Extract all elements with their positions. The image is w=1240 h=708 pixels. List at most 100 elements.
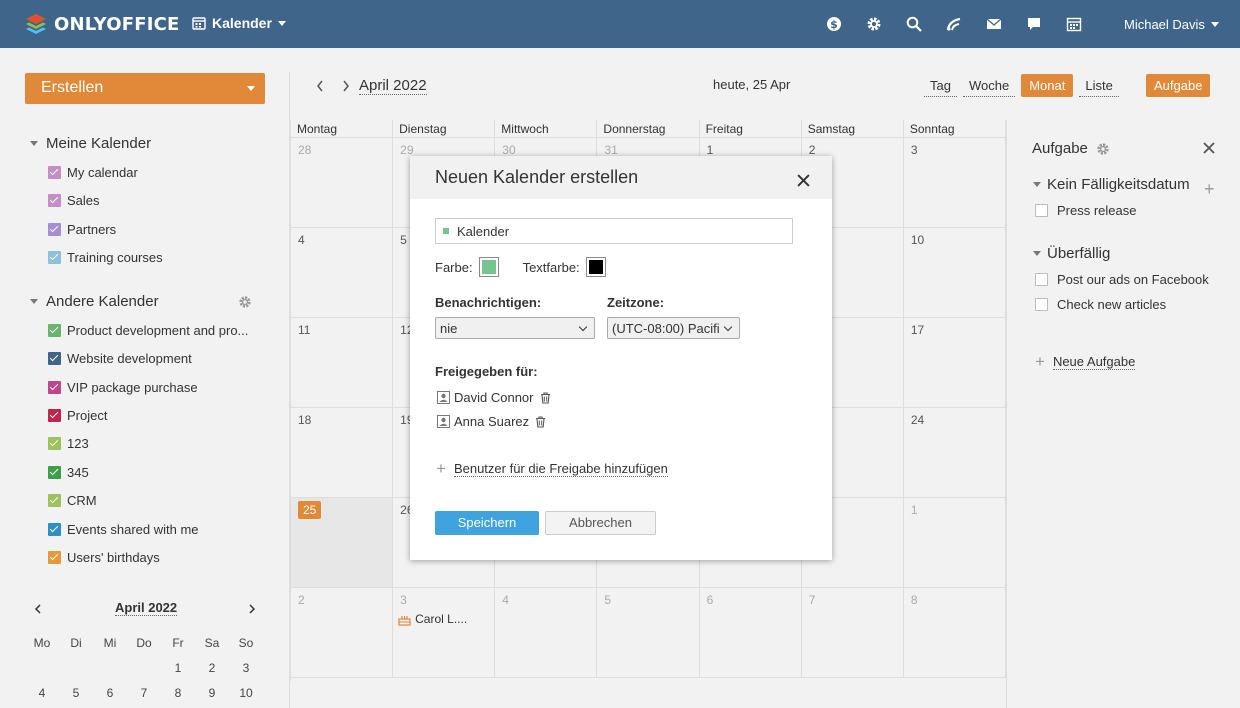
task-item[interactable]: Post our ads on Facebook — [1035, 272, 1209, 287]
mini-next-button[interactable] — [248, 601, 256, 617]
timezone-select[interactable]: (UTC-08:00) Pacifi — [607, 317, 740, 339]
checkbox[interactable] — [48, 352, 61, 365]
search-icon[interactable] — [904, 14, 924, 34]
calendar-item[interactable]: Users' birthdays — [48, 550, 160, 565]
day-cell[interactable]: 6 — [699, 588, 802, 678]
day-cell[interactable]: 18 — [291, 408, 394, 498]
calendar-item[interactable]: Project — [48, 408, 107, 423]
calendar-item[interactable]: 123 — [48, 436, 89, 451]
task-item[interactable]: Check new articles — [1035, 297, 1166, 312]
mini-day[interactable]: 2 — [195, 661, 229, 675]
day-cell[interactable]: 11 — [291, 318, 394, 408]
checkbox[interactable] — [48, 194, 61, 207]
mini-day[interactable]: 3 — [229, 661, 263, 675]
day-cell[interactable]: 17 — [903, 318, 1006, 408]
text-color-picker[interactable] — [585, 257, 606, 277]
feed-icon[interactable] — [944, 14, 964, 34]
checkbox[interactable] — [48, 437, 61, 450]
color-picker[interactable] — [478, 257, 499, 277]
day-cell[interactable]: 28 — [291, 138, 394, 228]
next-month-button[interactable] — [336, 77, 356, 95]
day-cell[interactable]: 1 — [903, 498, 1006, 588]
day-cell[interactable]: 3 — [903, 138, 1006, 228]
group-no-due[interactable]: Kein Fälligkeitsdatum — [1033, 176, 1190, 193]
checkbox[interactable] — [48, 223, 61, 236]
view-month[interactable]: Monat — [1021, 74, 1074, 97]
checkbox[interactable] — [1035, 298, 1048, 311]
day-cell[interactable]: 4 — [495, 588, 598, 678]
checkbox[interactable] — [48, 494, 61, 507]
prev-month-button[interactable] — [310, 77, 330, 95]
checkbox[interactable] — [48, 523, 61, 536]
gear-icon[interactable] — [238, 295, 252, 312]
checkbox[interactable] — [48, 324, 61, 337]
cancel-button[interactable]: Abbrechen — [545, 511, 656, 535]
task-button[interactable]: Aufgabe — [1146, 74, 1211, 97]
checkbox[interactable] — [48, 551, 61, 564]
calendar-name-input[interactable]: Kalender — [435, 218, 793, 244]
checkbox[interactable] — [48, 166, 61, 179]
mini-day[interactable]: 1 — [161, 661, 195, 675]
mini-day[interactable]: 4 — [25, 686, 59, 700]
notify-select[interactable]: nie — [435, 317, 595, 339]
mini-day[interactable]: 5 — [59, 686, 93, 700]
gear-icon[interactable] — [1096, 142, 1110, 156]
new-task-link[interactable]: + Neue Aufgabe — [1035, 352, 1136, 372]
checkbox[interactable] — [48, 381, 61, 394]
calendar-item[interactable]: Events shared with me — [48, 522, 199, 537]
mini-prev-button[interactable] — [34, 601, 42, 617]
calendar-item[interactable]: Training courses — [48, 250, 163, 265]
month-title[interactable]: April 2022 — [359, 77, 427, 95]
view-list[interactable]: Liste — [1079, 75, 1119, 97]
day-cell[interactable]: 24 — [903, 408, 1006, 498]
checkbox[interactable] — [48, 409, 61, 422]
chat-icon[interactable] — [1024, 14, 1044, 34]
view-week[interactable]: Woche — [962, 75, 1016, 97]
calendar-item[interactable]: Website development — [48, 351, 192, 366]
calendar-item[interactable]: Partners — [48, 222, 116, 237]
mini-day[interactable]: 9 — [195, 686, 229, 700]
day-cell[interactable]: 8 — [903, 588, 1006, 678]
dollar-icon[interactable]: $ — [824, 14, 844, 34]
checkbox[interactable] — [1035, 273, 1048, 286]
day-cell[interactable]: 4 — [291, 228, 394, 318]
checkbox[interactable] — [1035, 204, 1048, 217]
calendar-item[interactable]: My calendar — [48, 165, 138, 180]
module-switcher[interactable]: Kalender — [192, 15, 286, 31]
mini-day[interactable]: 6 — [93, 686, 127, 700]
add-share-user-link[interactable]: + Benutzer für die Freigabe hinzufügen — [436, 459, 668, 479]
calendar-icon[interactable] — [1064, 14, 1084, 34]
trash-icon[interactable] — [540, 391, 551, 404]
calendar-item[interactable]: CRM — [48, 493, 97, 508]
trash-icon[interactable] — [535, 415, 546, 428]
day-cell[interactable]: 10 — [903, 228, 1006, 318]
logo[interactable]: ONLYOFFICE — [24, 12, 180, 36]
day-cell[interactable]: 2 — [291, 588, 394, 678]
checkbox[interactable] — [48, 251, 61, 264]
create-button[interactable]: Erstellen — [25, 73, 265, 104]
group-overdue[interactable]: Überfällig — [1033, 245, 1110, 262]
mini-day[interactable]: 7 — [127, 686, 161, 700]
user-menu[interactable]: Michael Davis — [1124, 17, 1219, 32]
checkbox[interactable] — [48, 466, 61, 479]
add-task-icon[interactable]: + — [1204, 179, 1215, 200]
day-cell-today[interactable]: 25 — [291, 498, 394, 588]
calendar-item[interactable]: 345 — [48, 465, 89, 480]
calendar-item[interactable]: Sales — [48, 193, 100, 208]
calendar-item[interactable]: VIP package purchase — [48, 380, 198, 395]
day-cell[interactable]: 7 — [801, 588, 904, 678]
mini-day[interactable]: 8 — [161, 686, 195, 700]
day-cell[interactable]: 3 Carol L.... — [393, 588, 496, 678]
my-calendars-header[interactable]: Meine Kalender — [30, 135, 151, 152]
calendar-item[interactable]: Product development and pro... — [48, 323, 248, 338]
mail-icon[interactable] — [984, 14, 1004, 34]
close-icon[interactable] — [797, 171, 810, 192]
mini-calendar-title[interactable]: April 2022 — [115, 600, 178, 616]
close-icon[interactable] — [1203, 142, 1215, 157]
calendar-event[interactable]: Carol L.... — [398, 612, 467, 626]
view-day[interactable]: Tag — [924, 75, 957, 97]
today-label[interactable]: heute, 25 Apr — [713, 77, 790, 92]
task-item[interactable]: Press release — [1035, 203, 1136, 218]
save-button[interactable]: Speichern — [435, 511, 539, 535]
day-cell[interactable]: 5 — [597, 588, 700, 678]
